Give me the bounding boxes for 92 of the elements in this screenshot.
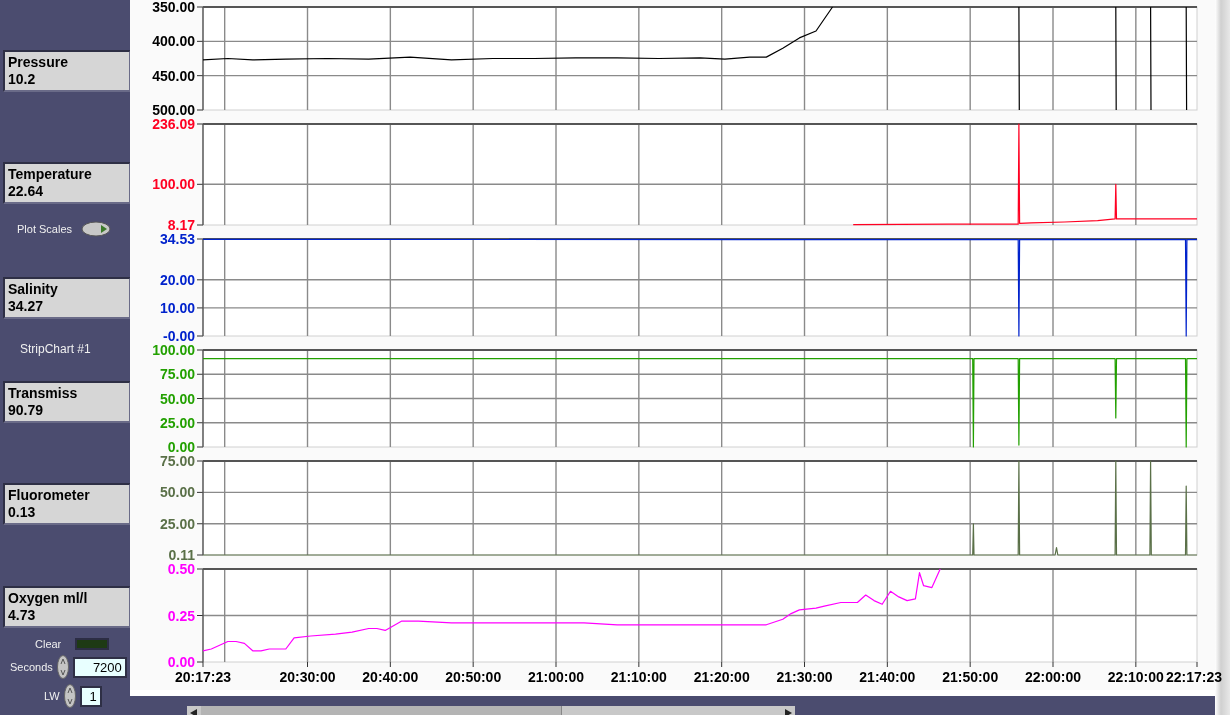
tick-mark bbox=[1052, 661, 1054, 668]
tick-mark bbox=[196, 224, 204, 226]
tick-mark bbox=[196, 335, 204, 337]
indicator-label: Salinity bbox=[8, 281, 59, 298]
axis-label: 236.09 bbox=[152, 116, 195, 132]
tick-mark bbox=[196, 40, 204, 42]
axis-label: 0.00 bbox=[167, 439, 195, 455]
tick-mark bbox=[196, 523, 204, 525]
axis-label: 350.00 bbox=[152, 0, 195, 15]
chart-caption: StripChart #1 bbox=[20, 342, 91, 356]
indicator-label: Fluorometer bbox=[8, 487, 91, 504]
indicator-value: 0.13 bbox=[8, 504, 37, 521]
tick-mark bbox=[389, 661, 391, 668]
tick-mark bbox=[196, 183, 204, 185]
axis-label: 21:10:00 bbox=[610, 669, 667, 685]
tick-mark bbox=[555, 661, 557, 668]
axis-label: 0.11 bbox=[168, 547, 195, 563]
tick-mark bbox=[196, 279, 204, 281]
axis-label: 100.00 bbox=[152, 176, 195, 193]
axis-label: 100.00 bbox=[152, 342, 195, 358]
tick-mark bbox=[721, 661, 723, 668]
tick-mark bbox=[196, 123, 204, 125]
number-field[interactable]: 1 bbox=[79, 685, 102, 707]
tick-mark bbox=[969, 661, 971, 668]
tick-mark bbox=[472, 661, 474, 668]
indicator-value: 90.79 bbox=[8, 402, 45, 419]
plot-scales-label: Plot Scales bbox=[17, 223, 73, 235]
axis-label: 22:10:00 bbox=[1107, 669, 1164, 685]
axis-label: 75.00 bbox=[159, 453, 195, 469]
axis-label: 450.00 bbox=[152, 67, 195, 84]
tick-mark bbox=[638, 661, 640, 668]
tick-mark bbox=[196, 398, 204, 399]
tick-mark bbox=[196, 446, 204, 448]
indicator-label: Pressure bbox=[8, 54, 69, 71]
axis-label: 21:50:00 bbox=[942, 669, 999, 685]
axis-label: 10.00 bbox=[159, 299, 195, 316]
indicator-value: 22.64 bbox=[8, 183, 45, 200]
tick-mark bbox=[1135, 661, 1137, 668]
number-field[interactable]: 7200 bbox=[72, 656, 127, 678]
tick-mark bbox=[196, 554, 204, 556]
tick-mark bbox=[196, 568, 204, 570]
indicator-value: 4.73 bbox=[8, 607, 37, 624]
tick-mark bbox=[1196, 661, 1198, 668]
axis-label: 34.53 bbox=[159, 231, 195, 247]
axis-label: 21:00:00 bbox=[528, 669, 585, 685]
axis-label: 75.00 bbox=[159, 366, 195, 383]
tick-mark bbox=[196, 238, 204, 240]
clear-label: Clear bbox=[35, 638, 62, 650]
axis-label: 20:30:00 bbox=[279, 669, 336, 685]
tick-mark bbox=[886, 661, 888, 668]
axis-label: 8.17 bbox=[167, 217, 195, 233]
axis-label: 25.00 bbox=[159, 515, 195, 532]
tick-mark bbox=[307, 661, 308, 668]
indicator-value: 34.27 bbox=[8, 298, 45, 315]
tick-mark bbox=[196, 109, 204, 111]
axis-label: 400.00 bbox=[152, 33, 195, 50]
axis-label: 21:40:00 bbox=[859, 669, 916, 685]
axis-label: 20:17:23 bbox=[175, 669, 231, 685]
tick-mark bbox=[196, 349, 204, 351]
axis-label: 0.50 bbox=[167, 561, 195, 577]
axis-label: -0.00 bbox=[163, 328, 195, 344]
indicator-value: 10.2 bbox=[8, 71, 37, 88]
axis-label: 21:20:00 bbox=[693, 669, 750, 685]
tick-mark bbox=[804, 661, 805, 668]
axis-label: 22:17:23 bbox=[1165, 669, 1222, 685]
tick-mark bbox=[196, 491, 204, 493]
axis-label: 0.25 bbox=[167, 607, 195, 624]
axis-label: 20:40:00 bbox=[362, 669, 419, 685]
axis-label: 50.00 bbox=[159, 390, 195, 407]
axis-label: 50.00 bbox=[159, 484, 195, 501]
axis-label: 22:00:00 bbox=[1025, 669, 1082, 685]
spinner-arrows-icon[interactable] bbox=[63, 684, 76, 708]
tick-mark bbox=[196, 6, 204, 8]
indicator-label: Oxygen ml/l bbox=[8, 590, 89, 607]
tick-mark bbox=[196, 307, 204, 309]
indicator-label: Temperature bbox=[8, 166, 93, 183]
axis-label: 500.00 bbox=[152, 102, 195, 118]
tick-mark bbox=[196, 373, 204, 375]
tick-mark bbox=[196, 422, 204, 424]
tick-mark bbox=[196, 460, 204, 462]
axis-label: 0.00 bbox=[167, 654, 195, 670]
axis-label: 20.00 bbox=[159, 271, 195, 288]
axis-label: 25.00 bbox=[159, 414, 195, 431]
axis-label: 21:30:00 bbox=[776, 669, 833, 685]
tick-mark bbox=[196, 75, 204, 77]
toggle-button[interactable] bbox=[81, 221, 112, 237]
indicator-label: Transmiss bbox=[8, 385, 79, 402]
spinner-label: Seconds bbox=[10, 661, 53, 673]
spinner-arrows-icon[interactable] bbox=[56, 655, 69, 679]
tick-mark bbox=[196, 615, 204, 616]
spinner-label: LW bbox=[44, 690, 60, 702]
axis-label: 20:50:00 bbox=[445, 669, 502, 685]
